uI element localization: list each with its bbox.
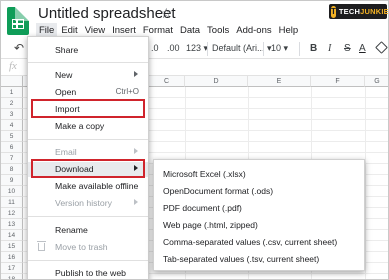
brand-logo-icon: T bbox=[331, 5, 336, 18]
row-header[interactable]: 3 bbox=[1, 109, 23, 120]
strikethrough-button[interactable]: S bbox=[344, 43, 351, 54]
row-header[interactable]: 12 bbox=[1, 208, 23, 219]
download-html[interactable]: Web page (.html, zipped) bbox=[163, 220, 258, 230]
download-pdf[interactable]: PDF document (.pdf) bbox=[163, 203, 242, 213]
row-header[interactable]: 8 bbox=[1, 164, 23, 175]
download-highlight-box bbox=[31, 159, 145, 178]
decrease-decimal-button[interactable]: .0 bbox=[151, 43, 159, 53]
number-format-button[interactable]: 123 ▾ bbox=[186, 43, 208, 54]
open-shortcut: Ctrl+O bbox=[115, 87, 139, 96]
row-header[interactable]: 6 bbox=[1, 142, 23, 153]
download-csv[interactable]: Comma-separated values (.csv, current sh… bbox=[163, 237, 337, 247]
bold-button[interactable]: B bbox=[310, 43, 317, 54]
row-header[interactable]: 10 bbox=[1, 186, 23, 197]
download-xlsx[interactable]: Microsoft Excel (.xlsx) bbox=[163, 169, 246, 179]
row-header[interactable]: 14 bbox=[1, 230, 23, 241]
row-header[interactable]: 7 bbox=[1, 153, 23, 164]
row-header[interactable]: 16 bbox=[1, 252, 23, 263]
submenu-arrow-icon bbox=[134, 199, 138, 205]
techjunkie-watermark: T TECHJUNKIE bbox=[329, 4, 389, 19]
menu-item-email: Email bbox=[28, 145, 148, 160]
menu-item-rename[interactable]: Rename bbox=[28, 223, 148, 238]
file-menu: Share New Open Ctrl+O Import Make a copy … bbox=[27, 36, 149, 279]
import-highlight-box bbox=[31, 99, 145, 118]
brand-wordmark: TECHJUNKIE bbox=[338, 7, 389, 16]
menu-data[interactable]: Data bbox=[177, 23, 203, 39]
column-header-f[interactable]: F bbox=[311, 76, 365, 87]
text-color-button[interactable]: A bbox=[359, 43, 366, 54]
menu-item-version-history: Version history bbox=[28, 196, 148, 211]
app-window: Untitled spreadsheet ☆ File Edit View In… bbox=[0, 0, 389, 280]
row-header[interactable]: 1 bbox=[1, 87, 23, 98]
row-header[interactable]: 9 bbox=[1, 175, 23, 186]
column-header-e[interactable]: E bbox=[248, 76, 311, 87]
row-header[interactable]: 4 bbox=[1, 120, 23, 131]
row-header[interactable]: 18 bbox=[1, 274, 23, 279]
increase-decimal-button[interactable]: .00 bbox=[167, 43, 180, 53]
menu-item-make-copy[interactable]: Make a copy bbox=[28, 119, 148, 134]
column-header-c[interactable]: C bbox=[149, 76, 185, 87]
download-tsv[interactable]: Tab-separated values (.tsv, current shee… bbox=[163, 254, 319, 264]
row-header[interactable]: 17 bbox=[1, 263, 23, 274]
app-header: Untitled spreadsheet ☆ File Edit View In… bbox=[1, 1, 389, 39]
row-header[interactable]: 11 bbox=[1, 197, 23, 208]
row-header[interactable]: 13 bbox=[1, 219, 23, 230]
menu-item-open[interactable]: Open Ctrl+O bbox=[28, 85, 148, 100]
row-header[interactable]: 5 bbox=[1, 131, 23, 142]
fx-icon: fx bbox=[9, 60, 17, 72]
sheets-logo-icon[interactable] bbox=[7, 7, 29, 35]
menu-item-new[interactable]: New bbox=[28, 68, 148, 83]
submenu-arrow-icon bbox=[134, 148, 138, 154]
font-size-select[interactable]: 10 ▾ bbox=[271, 43, 288, 54]
column-header-d[interactable]: D bbox=[185, 76, 248, 87]
menu-item-publish[interactable]: Publish to the web bbox=[28, 266, 148, 279]
menu-help[interactable]: Help bbox=[276, 23, 302, 39]
menu-item-make-offline[interactable]: Make available offline bbox=[28, 179, 148, 194]
trash-icon bbox=[37, 241, 46, 251]
undo-icon[interactable]: ↶ bbox=[14, 41, 24, 55]
menu-item-share[interactable]: Share bbox=[28, 43, 148, 58]
row-header[interactable]: 15 bbox=[1, 241, 23, 252]
fill-color-icon[interactable] bbox=[375, 41, 388, 54]
star-icon[interactable]: ☆ bbox=[160, 5, 173, 22]
select-all-corner[interactable] bbox=[1, 76, 23, 87]
submenu-arrow-icon bbox=[134, 71, 138, 77]
document-title[interactable]: Untitled spreadsheet bbox=[38, 5, 176, 22]
italic-button[interactable]: I bbox=[328, 43, 331, 54]
download-submenu: Microsoft Excel (.xlsx) OpenDocument for… bbox=[153, 159, 365, 271]
menu-item-move-trash: Move to trash bbox=[28, 240, 148, 255]
column-header-g[interactable]: G bbox=[365, 76, 388, 87]
menu-addons[interactable]: Add-ons bbox=[233, 23, 274, 39]
download-ods[interactable]: OpenDocument format (.ods) bbox=[163, 186, 273, 196]
menu-tools[interactable]: Tools bbox=[204, 23, 232, 39]
row-header[interactable]: 2 bbox=[1, 98, 23, 109]
